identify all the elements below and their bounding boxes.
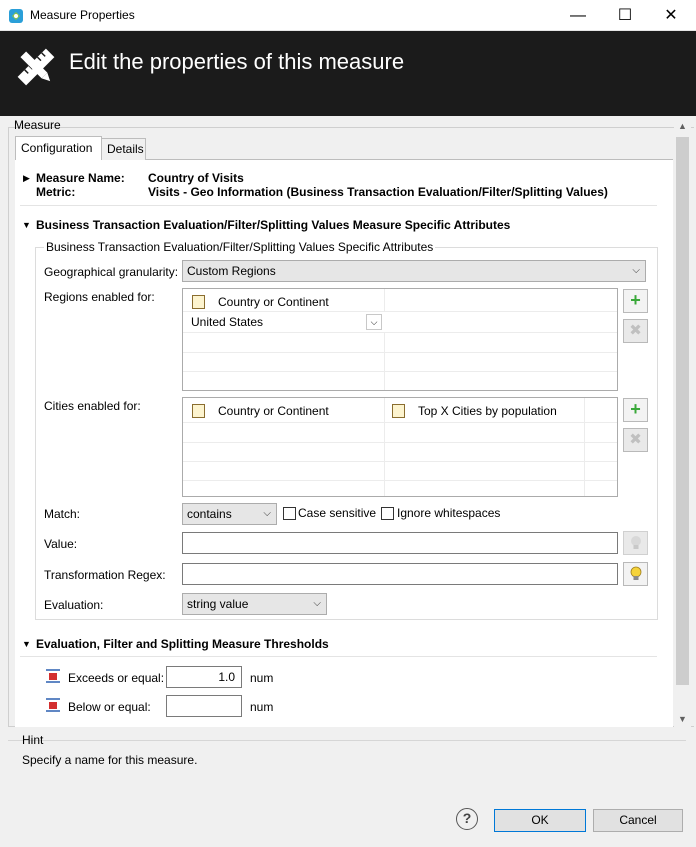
cities-column-header-2[interactable]: Top X Cities by population bbox=[418, 404, 557, 418]
match-label: Match: bbox=[44, 507, 81, 521]
document-icon bbox=[192, 404, 205, 418]
lightbulb-icon bbox=[630, 536, 641, 549]
granularity-label: Geographical granularity: bbox=[44, 265, 179, 279]
exceeds-label: Exceeds or equal: bbox=[68, 671, 165, 685]
evaluation-select[interactable]: string value ⌵ bbox=[182, 593, 327, 615]
add-city-button[interactable]: + bbox=[623, 398, 648, 422]
regions-row-combo[interactable]: United States ⌵ bbox=[183, 312, 385, 332]
exceeds-threshold-icon bbox=[46, 669, 60, 683]
lightbulb-icon bbox=[630, 566, 641, 580]
hint-text: Specify a name for this measure. bbox=[22, 753, 198, 767]
evaluation-value: string value bbox=[187, 597, 249, 611]
chevron-down-icon: ⌵ bbox=[632, 265, 640, 276]
document-icon bbox=[392, 404, 405, 418]
remove-icon: ✖ bbox=[629, 431, 642, 448]
document-icon bbox=[192, 295, 205, 309]
below-unit: num bbox=[250, 700, 274, 714]
attributes-section-title: Business Transaction Evaluation/Filter/S… bbox=[36, 218, 511, 232]
divider bbox=[8, 740, 686, 741]
scroll-down-arrow-icon[interactable]: ▼ bbox=[674, 711, 691, 728]
banner-title: Edit the properties of this measure bbox=[69, 49, 405, 74]
granularity-value: Custom Regions bbox=[187, 264, 276, 278]
regex-assist-button[interactable] bbox=[623, 562, 648, 586]
remove-icon: ✖ bbox=[629, 322, 642, 339]
regions-row-value: United States bbox=[191, 315, 264, 329]
thresholds-section-title: Evaluation, Filter and Splitting Measure… bbox=[36, 637, 329, 651]
remove-region-button[interactable]: ✖ bbox=[623, 319, 648, 343]
ignore-whitespaces-label[interactable]: Ignore whitespaces bbox=[397, 506, 500, 520]
chevron-down-icon[interactable]: ⌵ bbox=[366, 314, 382, 330]
exceeds-input[interactable]: 1.0 bbox=[166, 666, 242, 688]
tab-configuration[interactable]: Configuration bbox=[15, 136, 102, 160]
scroll-up-arrow-icon[interactable]: ▲ bbox=[674, 118, 691, 135]
collapse-triangle-icon[interactable]: ▼ bbox=[22, 639, 31, 649]
case-sensitive-label[interactable]: Case sensitive bbox=[298, 506, 376, 520]
ok-button[interactable]: OK bbox=[494, 809, 586, 832]
metric-label: Metric: bbox=[36, 185, 76, 199]
match-value: contains bbox=[187, 507, 232, 521]
value-label: Value: bbox=[44, 537, 78, 551]
plus-icon: + bbox=[630, 290, 641, 310]
regex-label: Transformation Regex: bbox=[44, 568, 166, 582]
value-input[interactable] bbox=[182, 532, 618, 554]
below-input[interactable] bbox=[166, 695, 242, 717]
regex-input[interactable] bbox=[182, 563, 618, 585]
below-label: Below or equal: bbox=[68, 700, 151, 714]
plus-icon: + bbox=[630, 399, 641, 419]
exceeds-unit: num bbox=[250, 671, 274, 685]
minimize-button[interactable]: — bbox=[555, 0, 601, 31]
chevron-down-icon: ⌵ bbox=[313, 598, 321, 609]
ruler-pencil-icon bbox=[17, 48, 55, 86]
value-assist-button[interactable] bbox=[623, 531, 648, 555]
cities-table[interactable]: Country or Continent Top X Cities by pop… bbox=[182, 397, 618, 497]
measure-name-label: Measure Name: bbox=[36, 171, 125, 185]
collapse-triangle-icon[interactable]: ▼ bbox=[22, 220, 31, 230]
cities-label: Cities enabled for: bbox=[44, 399, 141, 413]
regions-table[interactable]: Country or Continent United States ⌵ bbox=[182, 288, 618, 391]
app-icon bbox=[9, 9, 23, 23]
measure-label: Measure bbox=[14, 118, 61, 132]
ignore-whitespaces-checkbox[interactable] bbox=[381, 507, 394, 520]
tab-details[interactable]: Details bbox=[101, 138, 146, 160]
maximize-button[interactable]: ☐ bbox=[602, 0, 648, 31]
match-select[interactable]: contains ⌵ bbox=[182, 503, 277, 525]
metric-value: Visits - Geo Information (Business Trans… bbox=[148, 185, 608, 199]
close-button[interactable]: ✕ bbox=[648, 0, 694, 31]
divider bbox=[20, 656, 657, 657]
granularity-select[interactable]: Custom Regions ⌵ bbox=[182, 260, 646, 282]
divider bbox=[20, 205, 657, 206]
expand-triangle-icon[interactable]: ▶ bbox=[23, 173, 30, 184]
chevron-down-icon: ⌵ bbox=[263, 508, 271, 519]
scroll-thumb[interactable] bbox=[676, 137, 689, 685]
cities-column-header-1[interactable]: Country or Continent bbox=[218, 404, 329, 418]
evaluation-label: Evaluation: bbox=[44, 598, 104, 612]
measure-name-value: Country of Visits bbox=[148, 171, 244, 185]
add-region-button[interactable]: + bbox=[623, 289, 648, 313]
below-threshold-icon bbox=[46, 698, 60, 712]
cancel-button[interactable]: Cancel bbox=[593, 809, 683, 832]
case-sensitive-checkbox[interactable] bbox=[283, 507, 296, 520]
hint-label: Hint bbox=[22, 733, 44, 747]
remove-city-button[interactable]: ✖ bbox=[623, 428, 648, 452]
regions-label: Regions enabled for: bbox=[44, 290, 155, 304]
attributes-group-title: Business Transaction Evaluation/Filter/S… bbox=[44, 240, 436, 254]
regions-column-header[interactable]: Country or Continent bbox=[218, 295, 329, 309]
help-icon[interactable]: ? bbox=[456, 808, 478, 830]
window-title: Measure Properties bbox=[30, 8, 135, 22]
